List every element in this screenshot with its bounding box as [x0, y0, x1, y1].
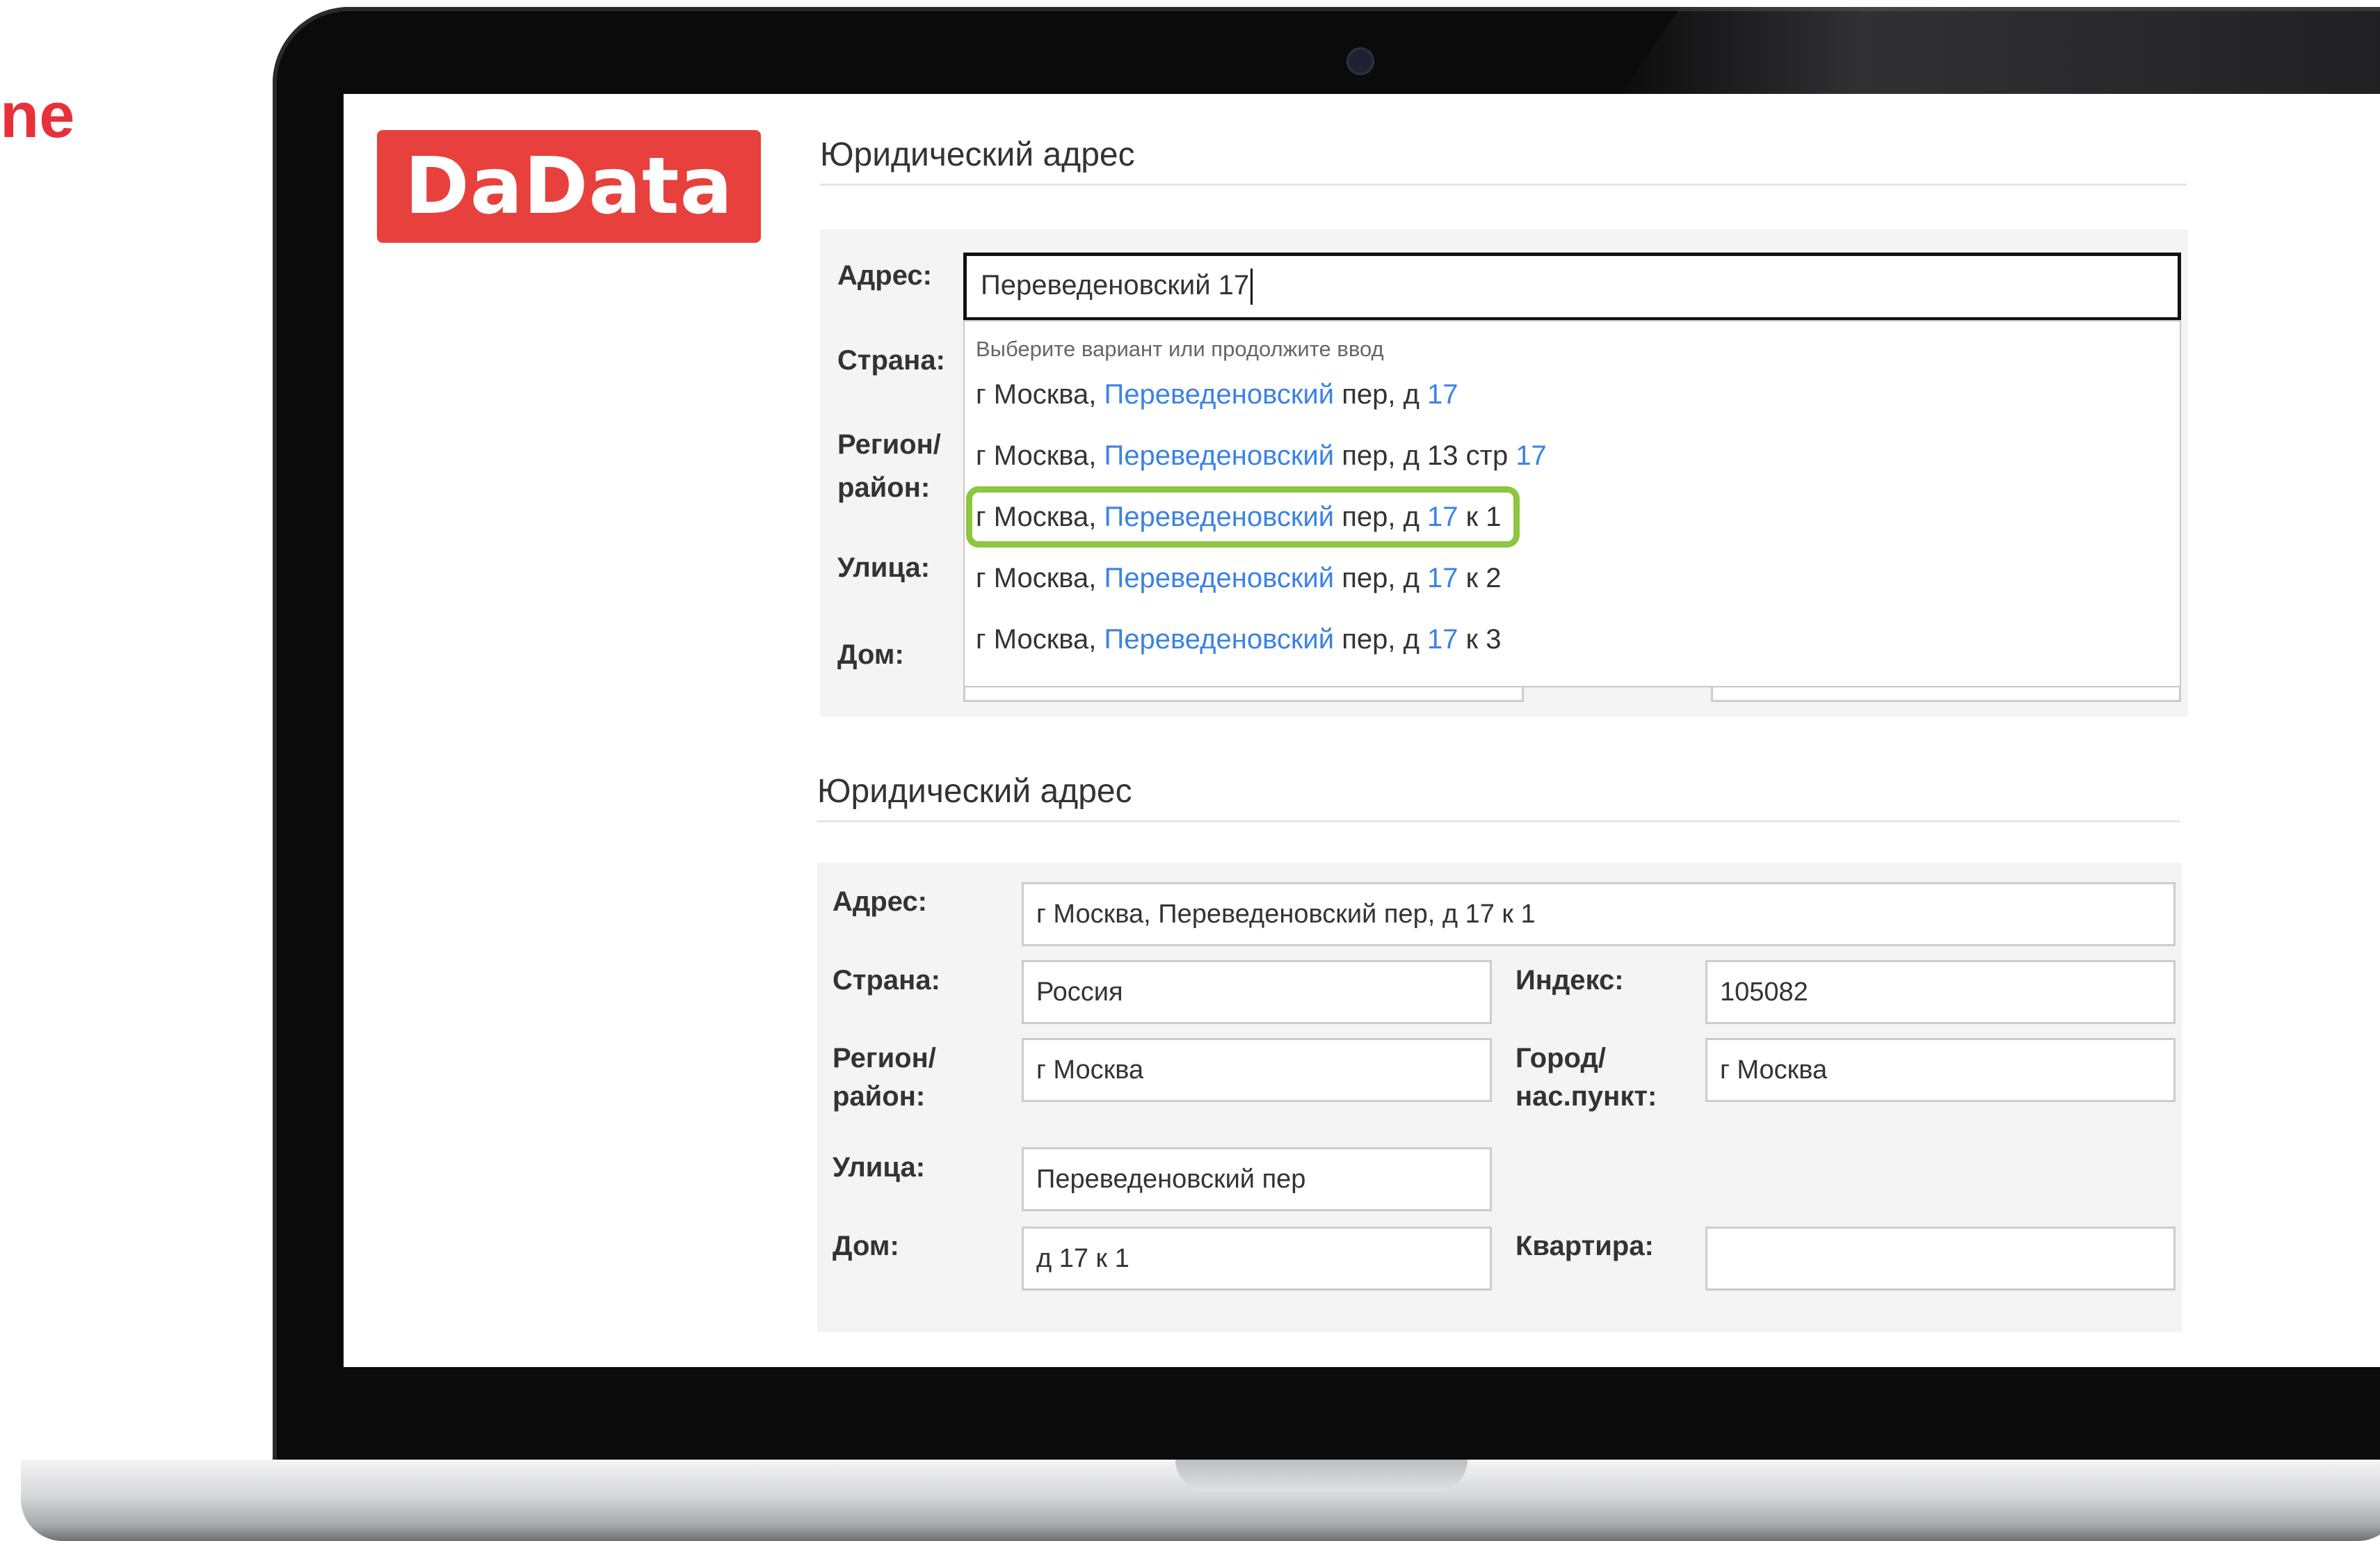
- suggestion-item[interactable]: г Москва, Переведеновский пер, д 17 к 3: [976, 618, 1502, 660]
- top-region-label-2: район:: [837, 472, 931, 503]
- camera-icon: [1346, 47, 1374, 75]
- bottom-house-label: Дом:: [833, 1231, 899, 1261]
- bottom-section-title: Юридический адрес: [817, 772, 2180, 822]
- bottom-street-input[interactable]: Переведеновский пер: [1022, 1147, 1492, 1211]
- text-caret: [1251, 269, 1253, 305]
- top-street-label: Улица:: [837, 552, 931, 583]
- bottom-house-input[interactable]: д 17 к 1: [1022, 1227, 1492, 1291]
- bottom-address-input[interactable]: г Москва, Переведеновский пер, д 17 к 1: [1022, 882, 2176, 946]
- top-address-value: Переведеновский 17: [981, 270, 1250, 301]
- bottom-city-label-2: нас.пункт:: [1515, 1081, 1657, 1112]
- top-address-label: Адрес:: [837, 260, 932, 291]
- suggestion-item-selected[interactable]: г Москва, Переведеновский пер, д 17 к 1: [966, 486, 1520, 548]
- side-heading-fragment: ne: [0, 80, 75, 151]
- laptop-notch: [1175, 1460, 1468, 1492]
- lid-glare: [1614, 7, 2380, 104]
- dadata-logo: DaData: [377, 130, 761, 243]
- suggestion-item[interactable]: г Москва, Переведеновский пер, д 17 к 2: [976, 557, 1502, 599]
- bottom-index-label: Индекс:: [1515, 965, 1624, 996]
- top-flat-input-stub[interactable]: [1711, 685, 2181, 702]
- suggestions-hint: Выберите вариант или продолжите ввод: [976, 337, 1384, 361]
- laptop-screen: DaData Юридический адрес Адрес: Переведе…: [344, 94, 2380, 1367]
- top-address-input[interactable]: Переведеновский 17: [963, 253, 2181, 321]
- bottom-city-input[interactable]: г Москва: [1705, 1038, 2176, 1102]
- bottom-city-label-1: Город/: [1515, 1043, 1606, 1073]
- bottom-index-input[interactable]: 105082: [1705, 960, 2176, 1024]
- bottom-address-label: Адрес:: [833, 886, 927, 917]
- suggestion-item[interactable]: г Москва, Переведеновский пер, д 13 стр …: [976, 435, 1547, 477]
- top-house-input-stub[interactable]: [963, 685, 1524, 702]
- bottom-flat-label: Квартира:: [1515, 1231, 1654, 1261]
- top-section-title: Юридический адрес: [820, 136, 2187, 186]
- bottom-region-input[interactable]: г Москва: [1022, 1038, 1492, 1102]
- bottom-region-label-1: Регион/: [833, 1043, 936, 1073]
- top-country-label: Страна:: [837, 345, 945, 376]
- top-house-label: Дом:: [837, 639, 904, 670]
- suggestion-item[interactable]: г Москва, Переведеновский пер, д 17: [976, 374, 1458, 415]
- bottom-region-label-2: район:: [833, 1081, 926, 1112]
- bottom-country-label: Страна:: [833, 965, 940, 996]
- bottom-flat-input[interactable]: [1705, 1227, 2176, 1291]
- suggestions-dropdown: Выберите вариант или продолжите ввод г М…: [963, 320, 2181, 687]
- top-region-label-1: Регион/: [837, 429, 941, 460]
- bottom-country-input[interactable]: Россия: [1022, 960, 1492, 1024]
- bottom-street-label: Улица:: [833, 1152, 926, 1183]
